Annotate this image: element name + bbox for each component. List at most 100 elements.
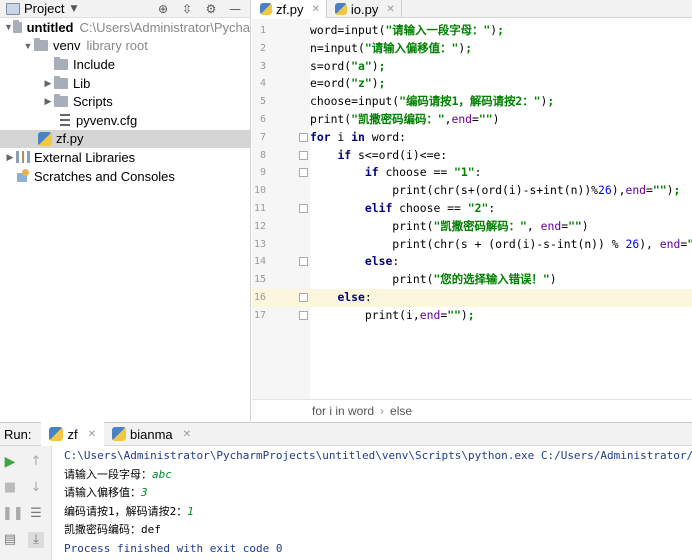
close-icon[interactable]: ✕ bbox=[386, 4, 394, 15]
code-token: "您的选择输入错误！" bbox=[433, 272, 550, 287]
pause-icon[interactable]: ❚❚ bbox=[2, 506, 24, 522]
soft-wrap-icon[interactable]: ☰ bbox=[28, 506, 44, 522]
console-text: 请输入偏移值： bbox=[64, 486, 141, 499]
code-line[interactable]: print("凯撒密码解码：", end="") bbox=[310, 218, 692, 236]
code-token: s<=ord(i)<=e: bbox=[351, 147, 448, 162]
run-tab-zf[interactable]: zf ✕ bbox=[41, 422, 104, 446]
tree-item-venv[interactable]: ▼ venv library root bbox=[0, 37, 250, 56]
down-arrow-icon[interactable]: ↓ bbox=[28, 480, 44, 496]
scroll-to-end-icon[interactable]: ⤓ bbox=[28, 532, 44, 548]
code-token: print(chr(s + (ord(i)-s-int(n)) % bbox=[392, 236, 626, 251]
line-number: 1 bbox=[259, 25, 266, 36]
code-line[interactable]: word=input("请输入一段字母："); bbox=[310, 22, 692, 40]
tree-item-untitled[interactable]: ▼ untitled C:\Users\Administrator\Pycha bbox=[0, 18, 250, 37]
code-line[interactable]: s=ord("a"); bbox=[310, 58, 692, 76]
run-tab-label: bianma bbox=[129, 426, 173, 442]
config-file-icon bbox=[60, 114, 70, 127]
tab-io-py[interactable]: io.py ✕ bbox=[327, 0, 402, 18]
code-token: : bbox=[364, 290, 372, 304]
project-view-title[interactable]: Project bbox=[24, 1, 64, 16]
expand-arrow-icon[interactable]: ▼ bbox=[4, 22, 13, 32]
console-line: Process finished with exit code 0 bbox=[64, 540, 283, 558]
close-icon[interactable]: ✕ bbox=[88, 429, 96, 440]
code-token: s=ord( bbox=[310, 58, 352, 73]
run-tab-bianma[interactable]: bianma ✕ bbox=[104, 422, 199, 446]
tree-item-external-libraries[interactable]: ▶ External Libraries bbox=[0, 148, 250, 167]
code-token: if bbox=[364, 165, 379, 180]
close-icon[interactable]: ✕ bbox=[311, 4, 319, 15]
code-line[interactable]: print(chr(s + (ord(i)-s-int(n)) % 26), e… bbox=[310, 236, 692, 254]
code-line[interactable]: else: bbox=[310, 289, 692, 307]
tab-zf-py[interactable]: zf.py ✕ bbox=[252, 0, 327, 18]
code-line[interactable]: elif choose == "2": bbox=[310, 200, 692, 218]
up-arrow-icon[interactable]: ↑ bbox=[28, 454, 44, 470]
code-token: "1" bbox=[454, 165, 475, 180]
code-line[interactable]: print("您的选择输入错误！") bbox=[310, 271, 692, 289]
code-line[interactable]: print(chr(s+(ord(i)-s+int(n))%26),end=""… bbox=[310, 182, 692, 200]
code-token: "请输入一段字母：" bbox=[385, 23, 491, 37]
gear-icon[interactable]: ⚙ bbox=[204, 2, 218, 16]
tree-item-label: venv bbox=[53, 38, 81, 54]
code-line[interactable]: else: bbox=[310, 253, 692, 271]
code-line[interactable]: e=ord("z"); bbox=[310, 75, 692, 93]
locate-file-icon[interactable]: ⊕ bbox=[156, 2, 170, 16]
view-dropdown-icon[interactable]: ▼ bbox=[70, 4, 77, 14]
code-token: "a" bbox=[351, 58, 372, 73]
breadcrumb-item[interactable]: else bbox=[390, 404, 412, 418]
expand-arrow-icon[interactable]: ▼ bbox=[22, 41, 34, 51]
editor-gutter[interactable]: 1 2 3 4 5 6 7 8 9 10 11 12 13 14 15 16 17 bbox=[252, 19, 310, 399]
fold-marker-icon[interactable] bbox=[299, 310, 308, 320]
python-file-icon bbox=[260, 3, 272, 15]
tree-item-zf-py[interactable]: zf.py bbox=[0, 129, 250, 149]
tree-item-hint: library root bbox=[86, 38, 148, 54]
fold-marker-icon[interactable] bbox=[299, 293, 308, 302]
code-token: ) bbox=[549, 272, 557, 287]
code-token: ; bbox=[673, 183, 681, 198]
tree-item-include[interactable]: Include bbox=[0, 55, 250, 74]
code-line[interactable]: print(i,end=""); bbox=[310, 307, 692, 325]
fold-marker-icon[interactable] bbox=[299, 132, 308, 142]
collapsed-arrow-icon[interactable]: ▶ bbox=[4, 152, 16, 163]
code-token: n=input( bbox=[310, 40, 365, 55]
breadcrumb-item[interactable]: for i in word bbox=[312, 404, 374, 418]
tree-item-pyvenv-cfg[interactable]: pyvenv.cfg bbox=[0, 111, 250, 130]
layout-icon[interactable]: ▤ bbox=[2, 532, 18, 548]
project-view-icon bbox=[6, 2, 20, 15]
fold-marker-icon[interactable] bbox=[299, 204, 308, 213]
code-token: i bbox=[330, 129, 352, 144]
code-line[interactable]: for i in word: bbox=[310, 129, 692, 147]
python-file-icon bbox=[49, 427, 64, 441]
line-number: 15 bbox=[253, 274, 266, 286]
collapse-all-icon[interactable]: ⇳ bbox=[180, 2, 194, 16]
code-editor[interactable]: word=input("请输入一段字母："); n=input("请输入偏移值："… bbox=[310, 19, 692, 399]
breadcrumb: for i in word › else bbox=[252, 399, 692, 421]
close-icon[interactable]: ✕ bbox=[183, 429, 191, 440]
console-user-input: 1 bbox=[187, 504, 194, 518]
fold-marker-icon[interactable] bbox=[299, 150, 308, 160]
code-token: , bbox=[526, 218, 541, 233]
code-line[interactable]: choose=input("编码请按1，解码请按2："); bbox=[310, 93, 692, 111]
code-line[interactable]: if choose == "1": bbox=[310, 164, 692, 182]
code-line[interactable]: if s<=ord(i)<=e: bbox=[310, 147, 692, 165]
collapsed-arrow-icon[interactable]: ▶ bbox=[42, 78, 54, 89]
hide-panel-icon[interactable]: — bbox=[228, 2, 242, 16]
tree-item-lib[interactable]: ▶ Lib bbox=[0, 74, 250, 93]
tab-label: zf.py bbox=[276, 1, 304, 17]
collapsed-arrow-icon[interactable]: ▶ bbox=[42, 96, 54, 107]
code-token: end bbox=[659, 236, 681, 251]
run-console[interactable]: C:\Users\Administrator\PycharmProjects\u… bbox=[53, 446, 692, 560]
line-number: 6 bbox=[259, 114, 266, 125]
stop-icon[interactable]: ■ bbox=[2, 480, 18, 496]
fold-marker-icon[interactable] bbox=[299, 257, 308, 267]
code-token: else bbox=[337, 290, 365, 304]
fold-marker-icon[interactable] bbox=[299, 168, 308, 178]
code-line[interactable]: n=input("请输入偏移值："); bbox=[310, 40, 692, 58]
tree-item-scratches[interactable]: Scratches and Consoles bbox=[0, 167, 250, 186]
code-line[interactable]: print("凯撒密码编码：",end="") bbox=[310, 111, 692, 129]
code-token: "z" bbox=[351, 76, 372, 91]
tree-item-scripts[interactable]: ▶ Scripts bbox=[0, 92, 250, 111]
rerun-icon[interactable]: ▶ bbox=[2, 454, 18, 470]
